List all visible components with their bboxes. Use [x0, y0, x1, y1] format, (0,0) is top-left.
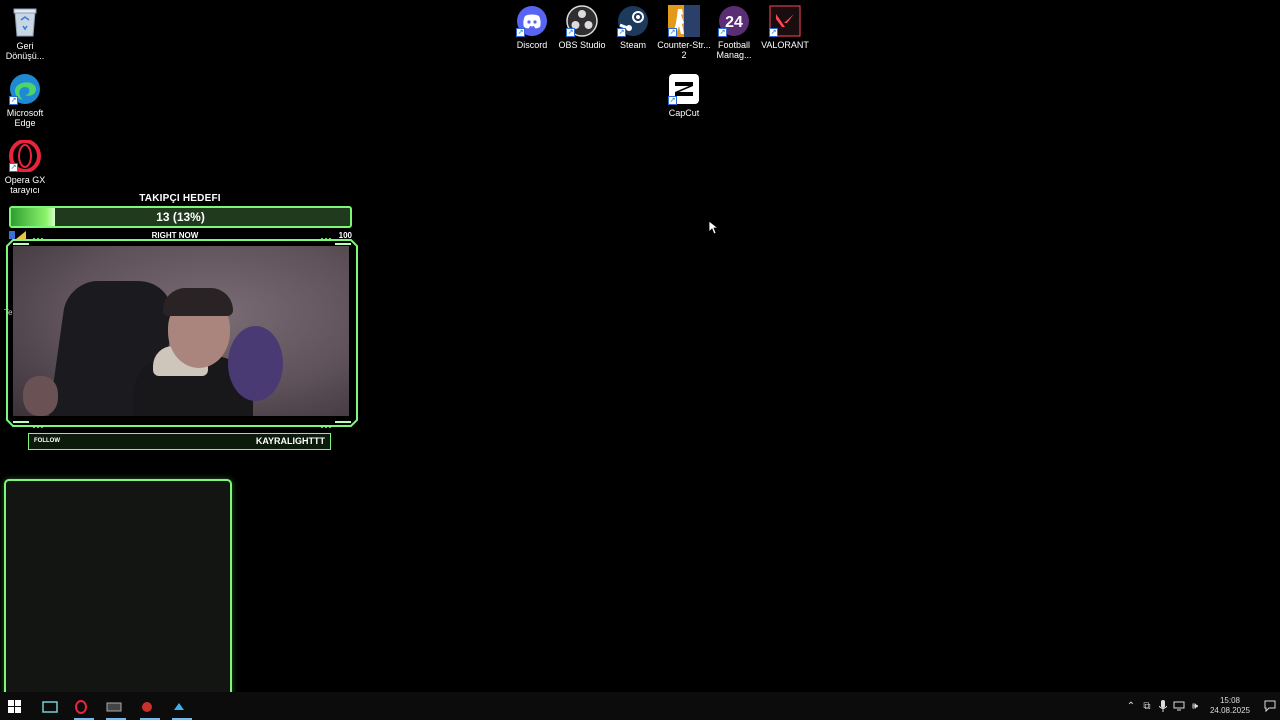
start-button[interactable]: [8, 700, 24, 714]
windows-icon: [8, 700, 21, 713]
taskbar-app-obs[interactable]: [106, 700, 126, 720]
follower-goal-title: TAKIPÇI HEDEFI: [139, 193, 221, 204]
chat-overlay-box: [4, 479, 232, 708]
follow-banner: FOLLOW KAYRALIGHTTT: [28, 433, 331, 450]
follower-goal-bar: 13 (13%): [9, 206, 352, 228]
follower-goal-value: 13 (13%): [156, 210, 205, 224]
opera-gx-icon: [75, 700, 87, 714]
shortcut-arrow-icon: ↗: [9, 163, 18, 172]
valorant-label: VALORANT: [761, 40, 809, 50]
volume-icon[interactable]: 🕪: [1188, 699, 1202, 713]
taskbar: ⌃ ⧉ 🕪 15:08 24.08.2025: [0, 692, 1280, 720]
plush-toy-left: [23, 376, 58, 416]
desktop: Geri Dönüşü... ↗ Microsoft Edge ↗ Opera …: [0, 0, 1280, 720]
shortcut-arrow-icon: ↗: [668, 28, 677, 37]
discord-label: Discord: [516, 40, 548, 50]
obs-icon: ↗: [566, 5, 598, 37]
taskbar-app-red[interactable]: [140, 700, 160, 720]
edge-icon: ↗: [9, 73, 41, 105]
steam-label: Steam: [619, 40, 646, 50]
taskbar-app-1[interactable]: [42, 700, 62, 714]
taskbar-app-opera[interactable]: [74, 700, 94, 720]
mouse-cursor-icon: [709, 221, 719, 235]
obs-label: OBS Studio: [558, 40, 606, 50]
capcut-label: CapCut: [668, 108, 700, 118]
shortcut-arrow-icon: ↗: [769, 28, 778, 37]
tray-overflow-chevron-icon[interactable]: ⌃: [1124, 699, 1138, 713]
capcut-icon: ↗: [668, 73, 700, 105]
counter-strike-icon: ↗: [668, 5, 700, 37]
tray-app-icon[interactable]: ⧉: [1140, 699, 1154, 713]
app-window-icon: [106, 702, 122, 712]
recycle-bin-icon: [9, 6, 41, 38]
shortcut-arrow-icon: ↗: [566, 28, 575, 37]
network-icon[interactable]: [1172, 699, 1186, 713]
shortcut-arrow-icon: ↗: [668, 96, 677, 105]
system-tray: ⌃ ⧉ 🕪 15:08 24.08.2025: [1122, 692, 1280, 720]
notification-center-button[interactable]: [1260, 692, 1280, 720]
app-icon: [174, 703, 184, 710]
svg-text:24: 24: [725, 14, 743, 31]
football-manager-icon: 24 ↗: [718, 5, 750, 37]
follow-label: FOLLOW: [34, 438, 60, 444]
webcam-feed: [13, 246, 349, 416]
taskbar-clock[interactable]: 15:08 24.08.2025: [1210, 696, 1250, 716]
discord-icon: ↗: [516, 5, 548, 37]
clock-date: 24.08.2025: [1209, 706, 1250, 715]
football-manager-label: Football Manag...: [716, 40, 752, 60]
shortcut-arrow-icon: ↗: [9, 96, 18, 105]
edge-shortcut[interactable]: ↗ Microsoft Edge: [0, 73, 57, 128]
capcut-shortcut[interactable]: ↗ CapCut: [652, 73, 716, 118]
opera-gx-shortcut[interactable]: ↗ Opera GX tarayıcı: [0, 140, 57, 195]
taskbar-app-blue[interactable]: [172, 700, 192, 720]
steam-icon: ↗: [617, 5, 649, 37]
plush-toy-right: [228, 326, 283, 401]
valorant-shortcut[interactable]: ↗ VALORANT: [753, 5, 817, 50]
app-window-icon: [42, 701, 58, 713]
edge-label: Microsoft Edge: [6, 108, 44, 128]
shortcut-arrow-icon: ↗: [516, 28, 525, 37]
record-icon: [142, 702, 152, 712]
recycle-bin-shortcut[interactable]: Geri Dönüşü...: [0, 6, 57, 61]
shortcut-arrow-icon: ↗: [718, 28, 727, 37]
notification-icon: [1264, 700, 1276, 712]
valorant-icon: ↗: [769, 5, 801, 37]
clock-time: 15:08: [1219, 696, 1240, 705]
shortcut-arrow-icon: ↗: [617, 28, 626, 37]
opera-gx-icon: ↗: [9, 140, 41, 172]
microphone-icon[interactable]: [1156, 699, 1170, 713]
recycle-bin-label: Geri Dönüşü...: [5, 41, 45, 61]
streamer-headset: [163, 288, 233, 316]
streamer-name: KAYRALIGHTTT: [255, 436, 325, 446]
opera-gx-label: Opera GX tarayıcı: [4, 175, 46, 195]
